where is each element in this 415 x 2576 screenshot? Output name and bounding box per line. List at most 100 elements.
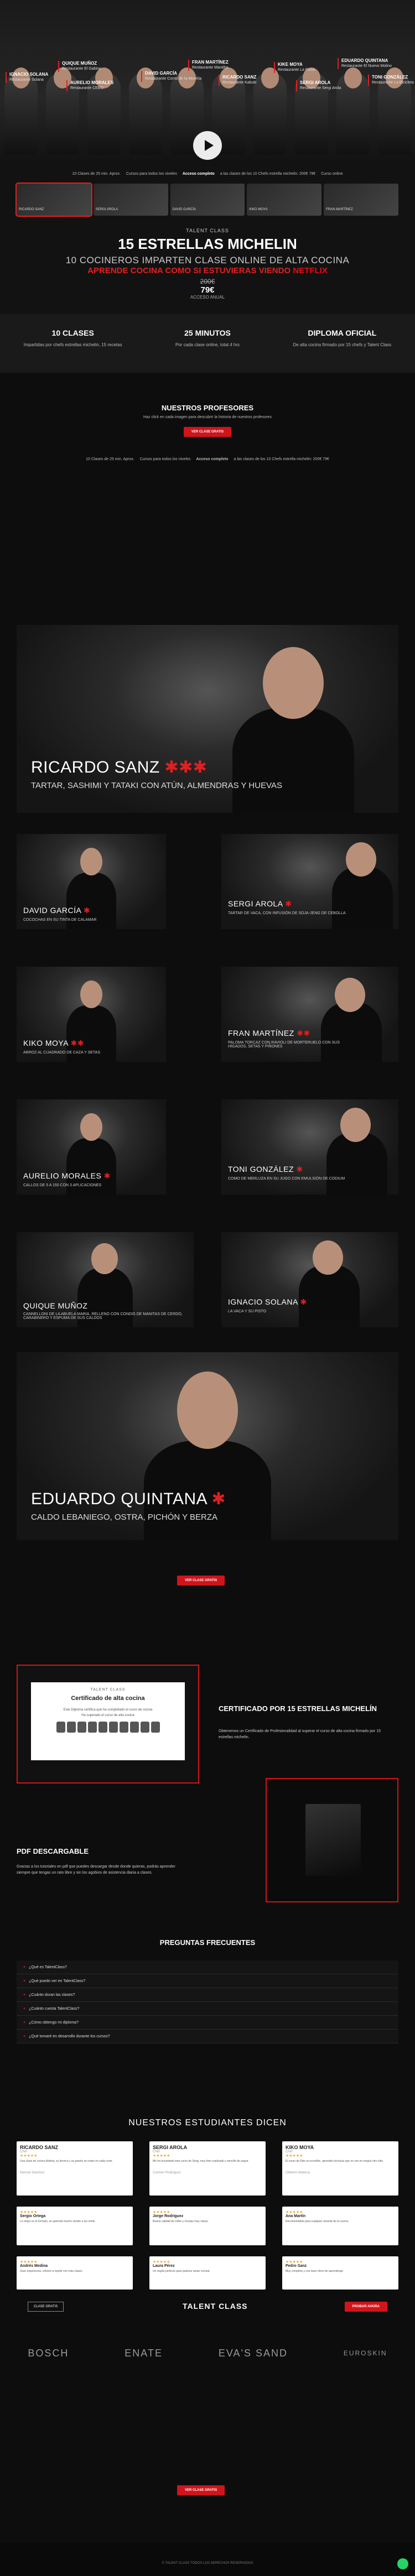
chef-dish: PALOMA TORCAZ CON RAVIOLI DE MORTERUELO …	[228, 1041, 340, 1049]
chef-dish: TARTAR DE VACA, CON INFUSIÓN DE SOJA-JEN…	[228, 911, 346, 915]
stat-item: 10 CLASES Impartidas por chefs estrellas …	[23, 328, 122, 347]
chef-card-eduardo[interactable]: EDUARDO QUINTANA ✱ CALDO LEBANIEGO, OSTR…	[17, 1352, 398, 1540]
access-label: ACCESO ANUAL	[190, 295, 225, 300]
certificate-logo: TALENT CLASS	[90, 1688, 126, 1692]
stats-section: 10 CLASES Impartidas por chefs estrellas …	[0, 314, 415, 373]
review-card: ★★★★★ Ana Martín Recomendable para cualqui…	[282, 2207, 398, 2245]
kicker: TALENT CLASS	[186, 228, 229, 233]
subtitle: 10 COCINEROS IMPARTEN CLASE ONLINE DE AL…	[65, 255, 350, 265]
certificate-line: Ha superado el curso de alta cocina	[81, 1714, 134, 1717]
free-class-button[interactable]: VER CLASE GRATIS	[183, 427, 232, 437]
free-class-button[interactable]: VER CLASE GRATIS	[177, 2485, 225, 2495]
netflix-logo: NETFLIX	[293, 266, 328, 275]
review-card: SERGI AROLA Chef ★★★★★ Me ha encantado es…	[149, 2141, 266, 2196]
feature-text: Curso online	[321, 171, 343, 176]
hero-video[interactable]: IGNACIO SOLANA Restaurante Solana QUIQUE …	[0, 0, 415, 166]
thumbnail[interactable]: KIKO MOYA	[247, 184, 322, 216]
professors-header: NUESTROS PROFESORES Haz click en cada im…	[0, 373, 415, 453]
chef-card-fran[interactable]: FRAN MARTÍNEZ ✱✱ PALOMA TORCAZ CON RAVIO…	[221, 967, 398, 1062]
certificate-heading: CERTIFICADO POR 15 ESTRELLAS MICHELÍN	[219, 1704, 377, 1713]
copyright-text: © TALENT CLASS TODOS LOS DERECHOS RESERV…	[162, 2562, 253, 2565]
certificate-title: Certificado de alta cocina	[71, 1695, 145, 1702]
chef-dish: CALLOS DE 5 A 150 CON 3 APLICACIONES	[23, 1183, 102, 1187]
chef-card-quique[interactable]: QUIQUE MUÑOZ CANNELLONI DE LA ABUELA MAR…	[17, 1232, 194, 1327]
thumbnail[interactable]: DAVID GARCÍA	[170, 184, 245, 216]
pdf-preview	[266, 1778, 398, 1902]
chef-dish: COMO DE MERLUZA EN SU JUGO CON EMULSIÓN …	[228, 1177, 345, 1181]
whatsapp-icon[interactable]	[397, 2558, 408, 2569]
play-icon[interactable]	[193, 131, 222, 160]
chef-photo	[253, 67, 287, 155]
reviews-footer: CLASE GRATIS TALENT CLASS PROBAR AHORA	[17, 2299, 398, 2314]
price: 79€	[200, 285, 215, 295]
thumbnail[interactable]: RICARDO SANZ	[15, 182, 92, 217]
chef-card-sergi[interactable]: SERGI AROLA ✱ TARTAR DE VACA, CON INFUSI…	[221, 834, 398, 929]
chef-card-kiko[interactable]: KIKO MOYA ✱✱ ARROZ AL CUADRADO DE CAZA Y…	[17, 967, 166, 1062]
video-thumbnails: RICARDO SANZ SERGI AROLA DAVID GARCÍA KI…	[0, 181, 415, 218]
free-class-button[interactable]: VER CLASE GRATIS	[177, 1576, 225, 1586]
review-card: RICARDO SANZ Chef ★★★★★ Una clase de coci…	[17, 2141, 133, 2196]
faq-item[interactable]: + ¿Qué puedo ver en TalentClass?	[17, 1974, 398, 1988]
section-title: NUESTROS PROFESORES	[161, 404, 254, 412]
landing-page: IGNACIO SOLANA Restaurante Solana QUIQUE …	[0, 0, 415, 2576]
chef-card-david[interactable]: DAVID GARCÍA ✱ COCOCHAS EN SU TINTA DE C…	[17, 834, 166, 929]
certificate-text: Obtenemos un Certificado de Profesionali…	[219, 1729, 381, 1739]
chef-tag: EDUARDO QUINTANA Restaurante El Nuevo Mol…	[338, 58, 392, 69]
evas-logo: EVA'S SAND	[218, 2347, 288, 2359]
chef-card-ignacio[interactable]: IGNACIO SOLANA ✱ LA VACA Y SU PISTO	[221, 1232, 398, 1327]
chef-dish: COCOCHAS EN SU TINTA DE CALAMAR	[23, 918, 97, 922]
chef-tag: FRAN MARTÍNEZ Restaurante Maralba	[188, 60, 229, 71]
review-card: ★★★★★ Jorge Rodríguez Buena calidad de víd…	[149, 2207, 266, 2245]
star-rating-icon: ★★★★★	[286, 2154, 303, 2158]
faq-item[interactable]: + ¿Qué tomaré en desarrollo durante los c…	[17, 2030, 398, 2043]
chef-tag: IGNACIO SOLANA Restaurante Solana	[6, 72, 48, 83]
feature-text: 10 Clases de 25 min. Aprox.	[72, 171, 121, 176]
faq-item[interactable]: + ¿Cuánto cuesta TalentClass?	[17, 2002, 398, 2016]
chef-name: SERGI AROLA ✱	[228, 899, 292, 908]
talent-class-logo: TALENT CLASS	[183, 2302, 248, 2311]
feature-text: a las clases de los 10 Chefs estrella mi…	[220, 171, 316, 176]
section-subtitle: Haz click en cada imagen para descubrir …	[143, 415, 272, 419]
star-rating-icon: ★★★★★	[20, 2154, 38, 2158]
chef-name: IGNACIO SOLANA ✱	[228, 1297, 307, 1306]
page-title: 15 ESTRELLAS MICHELIN	[118, 236, 297, 252]
review-card: ★★★★★ Sergio Ortega Lo mejor es el formato…	[17, 2207, 133, 2245]
chef-card-aurelio[interactable]: AURELIO MORALES ✱ CALLOS DE 5 A 150 CON …	[17, 1099, 166, 1195]
pdf-book-icon	[305, 1804, 361, 1876]
chef-strip	[31, 1722, 185, 1733]
faq-item[interactable]: + ¿Cuánto duran las clases?	[17, 1988, 398, 2002]
pdf-heading: PDF DESCARGABLE	[17, 1847, 89, 1855]
free-class-button[interactable]: CLASE GRATIS	[28, 2302, 64, 2312]
chef-card-ricardo[interactable]: RICARDO SANZ ✱✱✱ TARTAR, SASHIMI Y TATAK…	[17, 625, 398, 813]
stat-item: DIPLOMA OFICIAL De alta cocina firmado po…	[293, 328, 392, 347]
faq-item[interactable]: + ¿Cómo obtengo mi diploma?	[17, 2016, 398, 2030]
intro-section: TALENT CLASS 15 ESTRELLAS MICHELIN 10 CO…	[0, 218, 415, 314]
chef-tag: RICARDO SANZ Restaurante Kabuki	[219, 75, 256, 86]
chef-name: EDUARDO QUINTANA ✱	[31, 1490, 226, 1508]
reviews-title: NUESTROS ESTUDIANTES DICEN	[128, 2118, 287, 2127]
feature-bar: 10 Clases de 25 min. Aprox. Cursos para …	[0, 166, 415, 181]
pdf-text: Gracias a los tutoriales en pdf que pued…	[17, 1865, 175, 1875]
review-card: ★★★★★ Pedro Sanz Muy completo y con buen r…	[282, 2256, 398, 2290]
certificate-line: Este Diploma certifica que ha completado…	[63, 1708, 153, 1712]
try-now-button[interactable]: PROBAR AHORA	[344, 2302, 387, 2312]
thumbnail[interactable]: FRAN MARTÍNEZ	[324, 184, 398, 216]
chef-name: FRAN MARTÍNEZ ✱✱	[228, 1029, 310, 1037]
chef-photo	[128, 67, 162, 155]
star-rating-icon: ★★★★★	[153, 2154, 170, 2158]
chef-name: TONI GONZÁLEZ ✱	[228, 1165, 303, 1174]
chef-name: DAVID GARCÍA ✱	[23, 906, 91, 915]
thumbnail[interactable]: SERGI AROLA	[93, 184, 168, 216]
tagline: APRENDE COCINA COMO SI ESTUVIERAS VIENDO…	[87, 266, 328, 275]
stat-item: 25 MINUTOS Por cada clase online, total 4…	[175, 328, 240, 347]
review-card: ★★★★★ Andrés Medina Gran experiencia, volv…	[17, 2256, 133, 2290]
chef-card-toni[interactable]: TONI GONZÁLEZ ✱ COMO DE MERLUZA EN SU JU…	[221, 1099, 398, 1195]
euroskin-logo: EUROSKIN	[343, 2349, 387, 2357]
footer: © TALENT CLASS TODOS LOS DERECHOS RESERV…	[0, 2543, 415, 2576]
chef-dish: LA VACA Y SU PISTO	[228, 1310, 267, 1313]
old-price: 200€	[200, 278, 215, 285]
feature-text: Acceso completo	[182, 171, 215, 176]
chef-tag: KIKE MOYA Restaurante La Finca	[274, 62, 315, 73]
faq-item[interactable]: + ¿Qué es TalentClass?	[17, 1960, 398, 1974]
review-card: KIKO MOYA Chef ★★★★★ El curso de Kiko es …	[282, 2141, 398, 2196]
